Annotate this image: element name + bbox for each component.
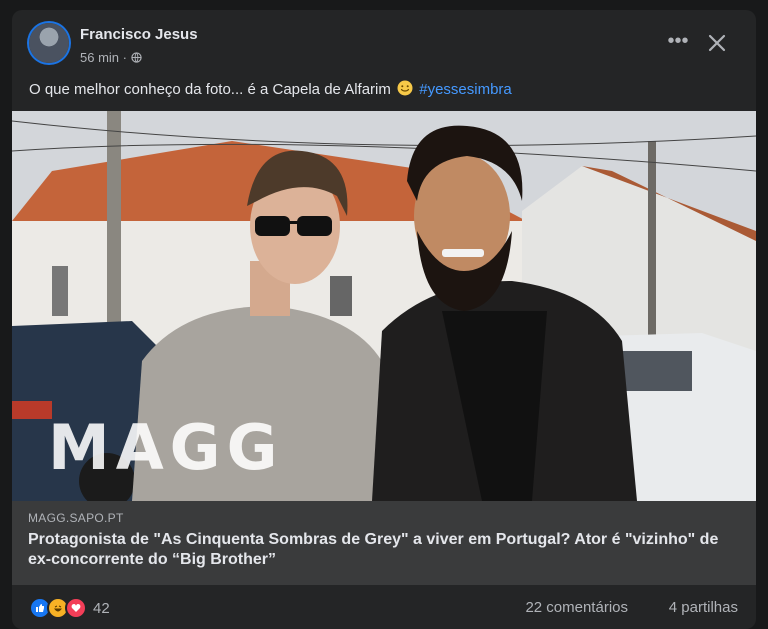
reactions-summary[interactable]: 42 [29, 597, 110, 619]
globe-icon [131, 52, 142, 63]
post-photo[interactable]: MAGG [12, 111, 756, 501]
post-text: O que melhor conheço da foto... é a Cape… [29, 80, 512, 98]
smiling-face-icon [397, 80, 413, 96]
post-footer: 42 22 comentários 4 partilhas [12, 585, 756, 629]
post-text-body: O que melhor conheço da foto... é a Cape… [29, 81, 391, 98]
close-icon[interactable] [704, 30, 730, 56]
author-avatar[interactable] [29, 23, 69, 63]
shares-count-link[interactable]: 4 partilhas [669, 599, 738, 616]
hashtag-link[interactable]: #yessesimbra [419, 81, 512, 98]
link-preview[interactable]: MAGG.SAPO.PT Protagonista de "As Cinquen… [12, 501, 756, 585]
reactions-count: 42 [93, 599, 110, 617]
photo-watermark: MAGG [48, 411, 284, 484]
post-card: Francisco Jesus 56 min · ••• O que melho… [12, 10, 756, 629]
post-time[interactable]: 56 min · [80, 50, 127, 65]
link-headline[interactable]: Protagonista de "As Cinquenta Sombras de… [28, 530, 740, 570]
more-options-icon[interactable]: ••• [664, 31, 692, 56]
post-meta: 56 min · [80, 50, 142, 65]
link-domain: MAGG.SAPO.PT [28, 511, 124, 525]
comments-count-link[interactable]: 22 comentários [525, 599, 628, 616]
post-header: Francisco Jesus 56 min · ••• [12, 10, 756, 70]
love-reaction-icon [65, 597, 87, 619]
author-name[interactable]: Francisco Jesus [80, 26, 198, 43]
